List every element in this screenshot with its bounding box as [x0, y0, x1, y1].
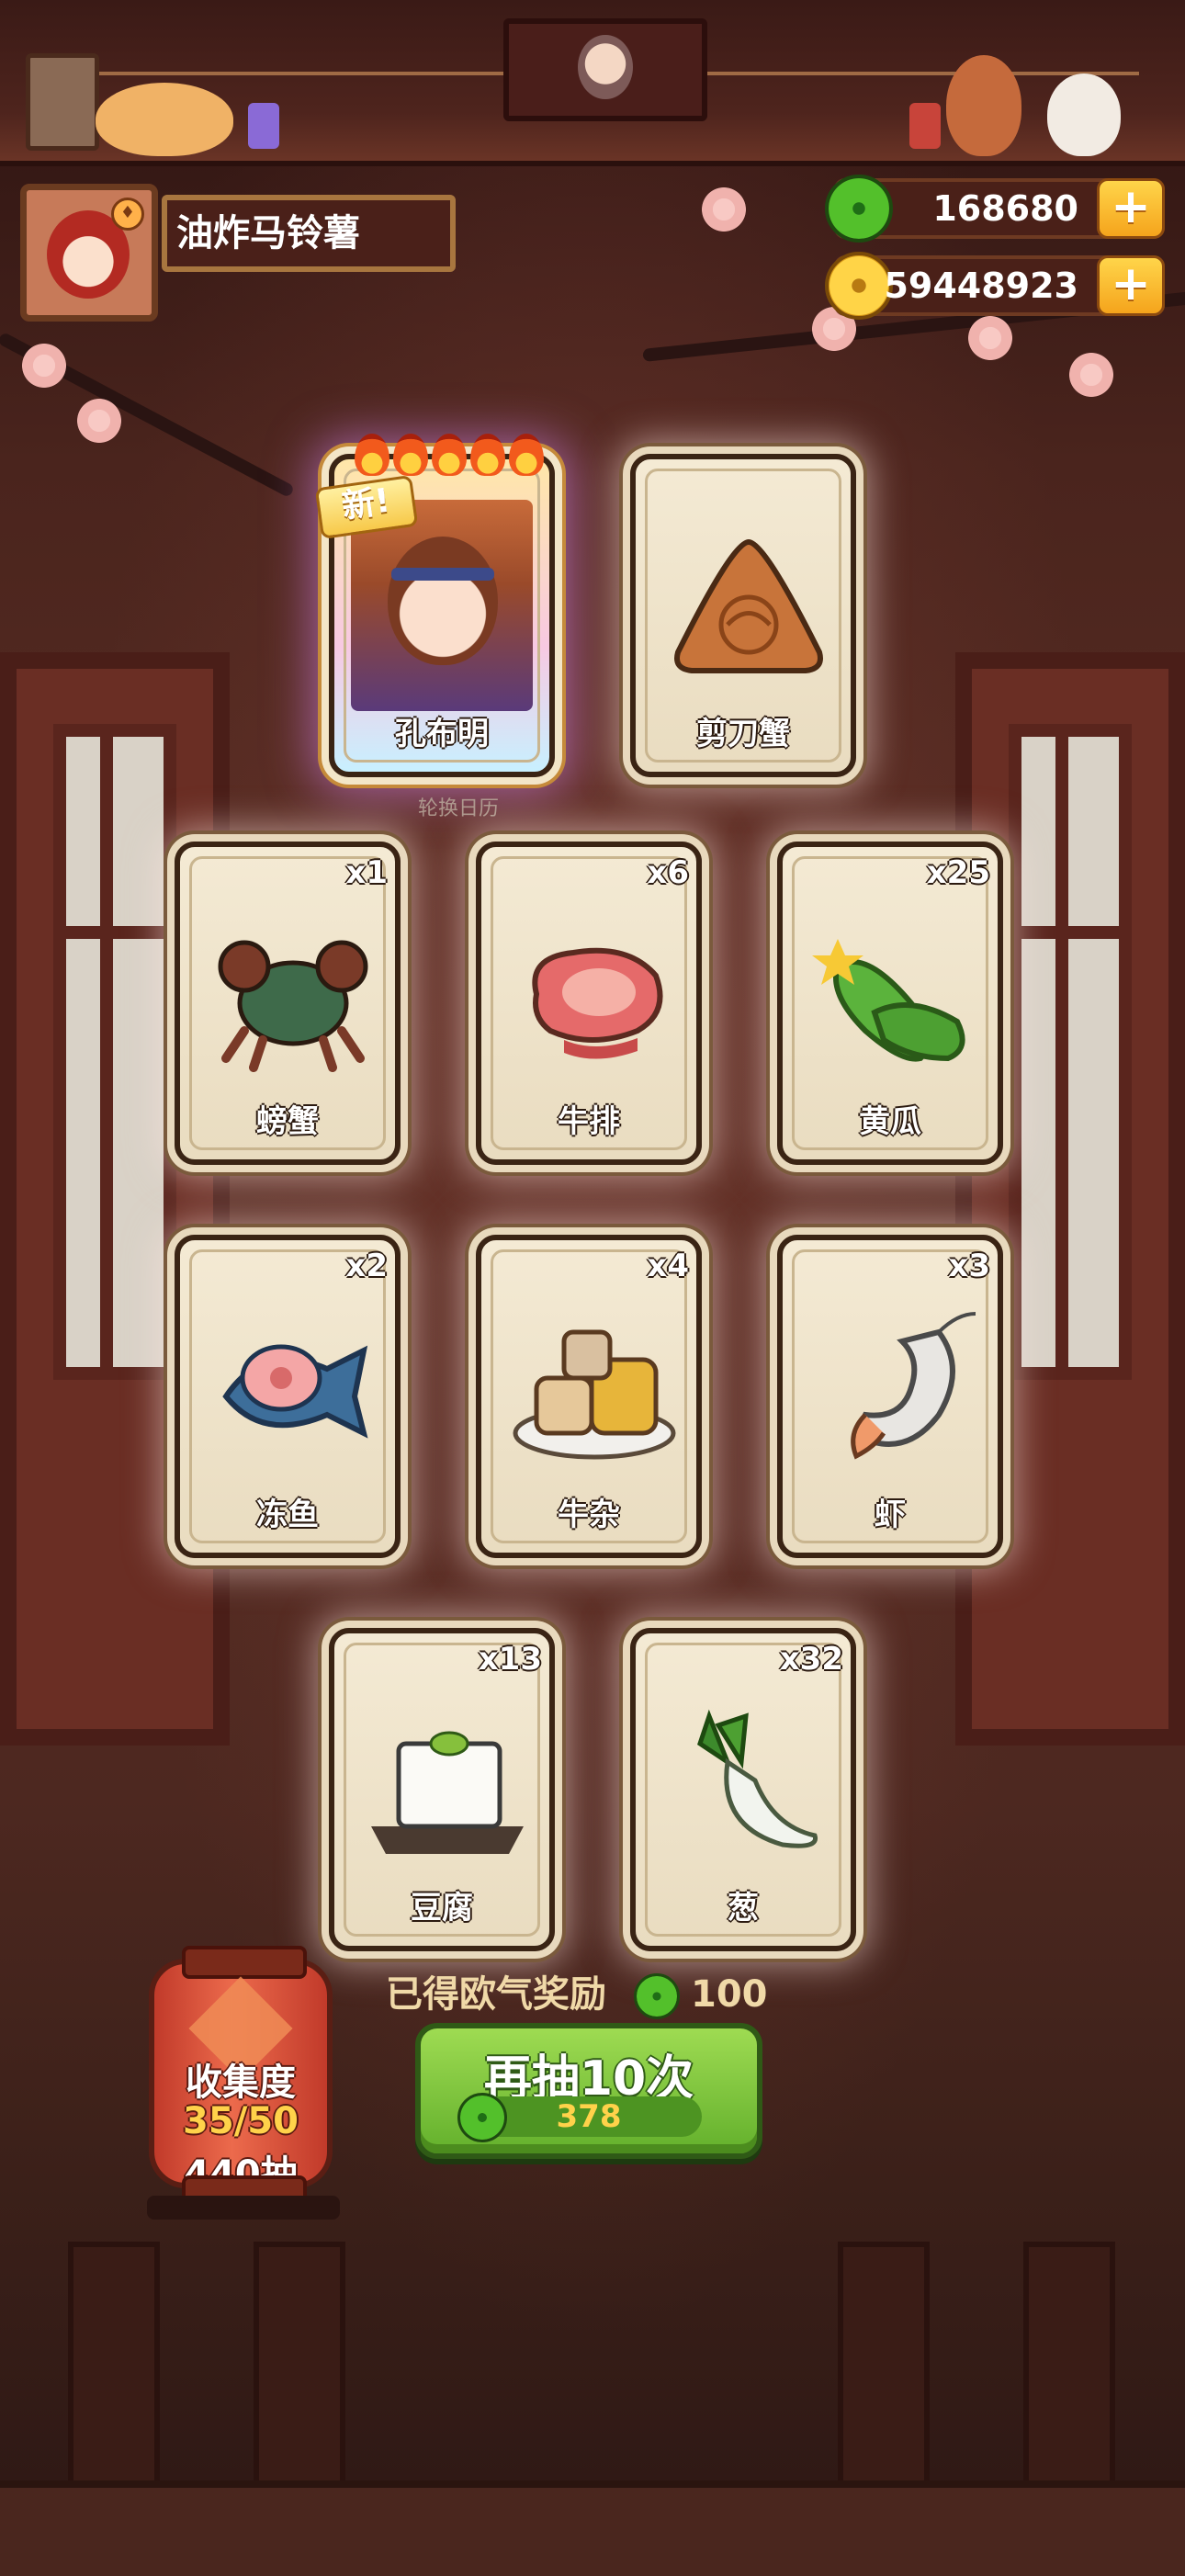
draw-again-button[interactable]: 再抽10次 378 [415, 2023, 762, 2159]
collection-lantern[interactable]: 收集度 35/50 440抽 [149, 1946, 333, 2209]
card-label: 豆腐 [411, 1890, 473, 1926]
npc-boy-icon [946, 55, 1021, 156]
hero-portrait [351, 500, 533, 711]
floor [0, 2480, 1185, 2576]
card-label: 孔布明 [395, 716, 489, 752]
add-jade-button[interactable]: + [1097, 178, 1165, 239]
white-cat-icon [1047, 73, 1121, 156]
hero-card[interactable]: 新! 孔布明 [314, 434, 555, 777]
jade-currency-bar: 168680 + [825, 175, 1165, 243]
item-card[interactable]: x25 黄瓜 [777, 842, 1003, 1165]
reward-label: 已得欧气奖励 [386, 1973, 606, 2016]
jade-icon [825, 175, 893, 243]
item-card[interactable]: x4 牛杂 [476, 1235, 702, 1558]
hanging-banner [503, 18, 707, 121]
cucumber-icon [812, 939, 965, 1062]
flame-icon [432, 434, 467, 476]
beef-offal-icon [513, 1329, 676, 1460]
coin-amount: 59448923 [884, 266, 1078, 306]
scroll-icon [26, 53, 99, 151]
right-window [955, 652, 1185, 1746]
reward-value: 100 [691, 1973, 768, 2016]
item-card[interactable]: x32 葱 [630, 1628, 856, 1951]
blossom [73, 395, 125, 446]
item-card[interactable]: x3 虾 [777, 1235, 1003, 1558]
player-name: 油炸马铃薯 [162, 195, 456, 272]
luck-reward: 已得欧气奖励 100 [386, 1964, 768, 2019]
card-count: x6 [647, 854, 689, 891]
card-count: x4 [647, 1248, 689, 1284]
flame-icon [509, 434, 544, 476]
card-count: x2 [345, 1248, 388, 1284]
card-count: x25 [926, 854, 990, 891]
blossom [18, 340, 70, 391]
shrimp-icon [851, 1312, 976, 1460]
jar-icon [248, 103, 279, 149]
jade-amount: 168680 [932, 188, 1078, 229]
draw-cost-value: 378 [556, 2098, 622, 2135]
coin-icon [825, 252, 893, 320]
card-count: x13 [478, 1641, 542, 1678]
card-label: 葱 [728, 1890, 759, 1926]
player-avatar[interactable]: ♦ [20, 184, 158, 322]
draw-cost: 378 [457, 2093, 702, 2142]
cat-icon [96, 83, 233, 156]
card-label: 牛杂 [558, 1497, 620, 1533]
scissor-crab-icon [674, 538, 823, 673]
lantern-stand [147, 2196, 340, 2220]
card-label: 牛排 [558, 1103, 620, 1140]
blossom [965, 312, 1016, 364]
top-beam [0, 0, 1185, 166]
blossom [698, 184, 750, 235]
hero-caption: 轮换日历 [418, 797, 500, 820]
flame-icon [355, 434, 389, 476]
add-coins-button[interactable]: + [1097, 255, 1165, 316]
card-count: x3 [948, 1248, 990, 1284]
rarity-flames [344, 434, 555, 480]
flame-icon [470, 434, 505, 476]
scallion-icon [697, 1709, 818, 1848]
jade-icon [634, 1973, 680, 2019]
special-card[interactable]: 剪刀蟹 [630, 454, 856, 777]
item-card[interactable]: x1 螃蟹 [175, 842, 401, 1165]
blossom [1066, 349, 1117, 401]
card-label: 螃蟹 [256, 1103, 319, 1140]
jar-icon [909, 103, 941, 149]
tofu-icon [371, 1731, 524, 1854]
collection-title: 收集度 [186, 2062, 296, 2104]
card-count: x32 [779, 1641, 843, 1678]
item-card[interactable]: x2 冻鱼 [175, 1235, 401, 1558]
card-label: 冻鱼 [256, 1497, 319, 1533]
coin-currency-bar: 59448923 + [825, 252, 1165, 320]
fire-badge-icon: ♦ [111, 198, 144, 231]
crab-icon [218, 940, 368, 1072]
fish-icon [222, 1344, 368, 1439]
card-label: 黄瓜 [859, 1103, 921, 1140]
card-label: 虾 [875, 1497, 906, 1533]
item-card[interactable]: x13 豆腐 [329, 1628, 555, 1951]
collection-progress: 35/50 [183, 2100, 299, 2142]
card-count: x1 [345, 854, 388, 891]
steak-icon [532, 947, 663, 1059]
flame-icon [393, 434, 428, 476]
card-label: 剪刀蟹 [696, 716, 790, 752]
left-window [0, 652, 230, 1746]
item-card[interactable]: x6 牛排 [476, 842, 702, 1165]
